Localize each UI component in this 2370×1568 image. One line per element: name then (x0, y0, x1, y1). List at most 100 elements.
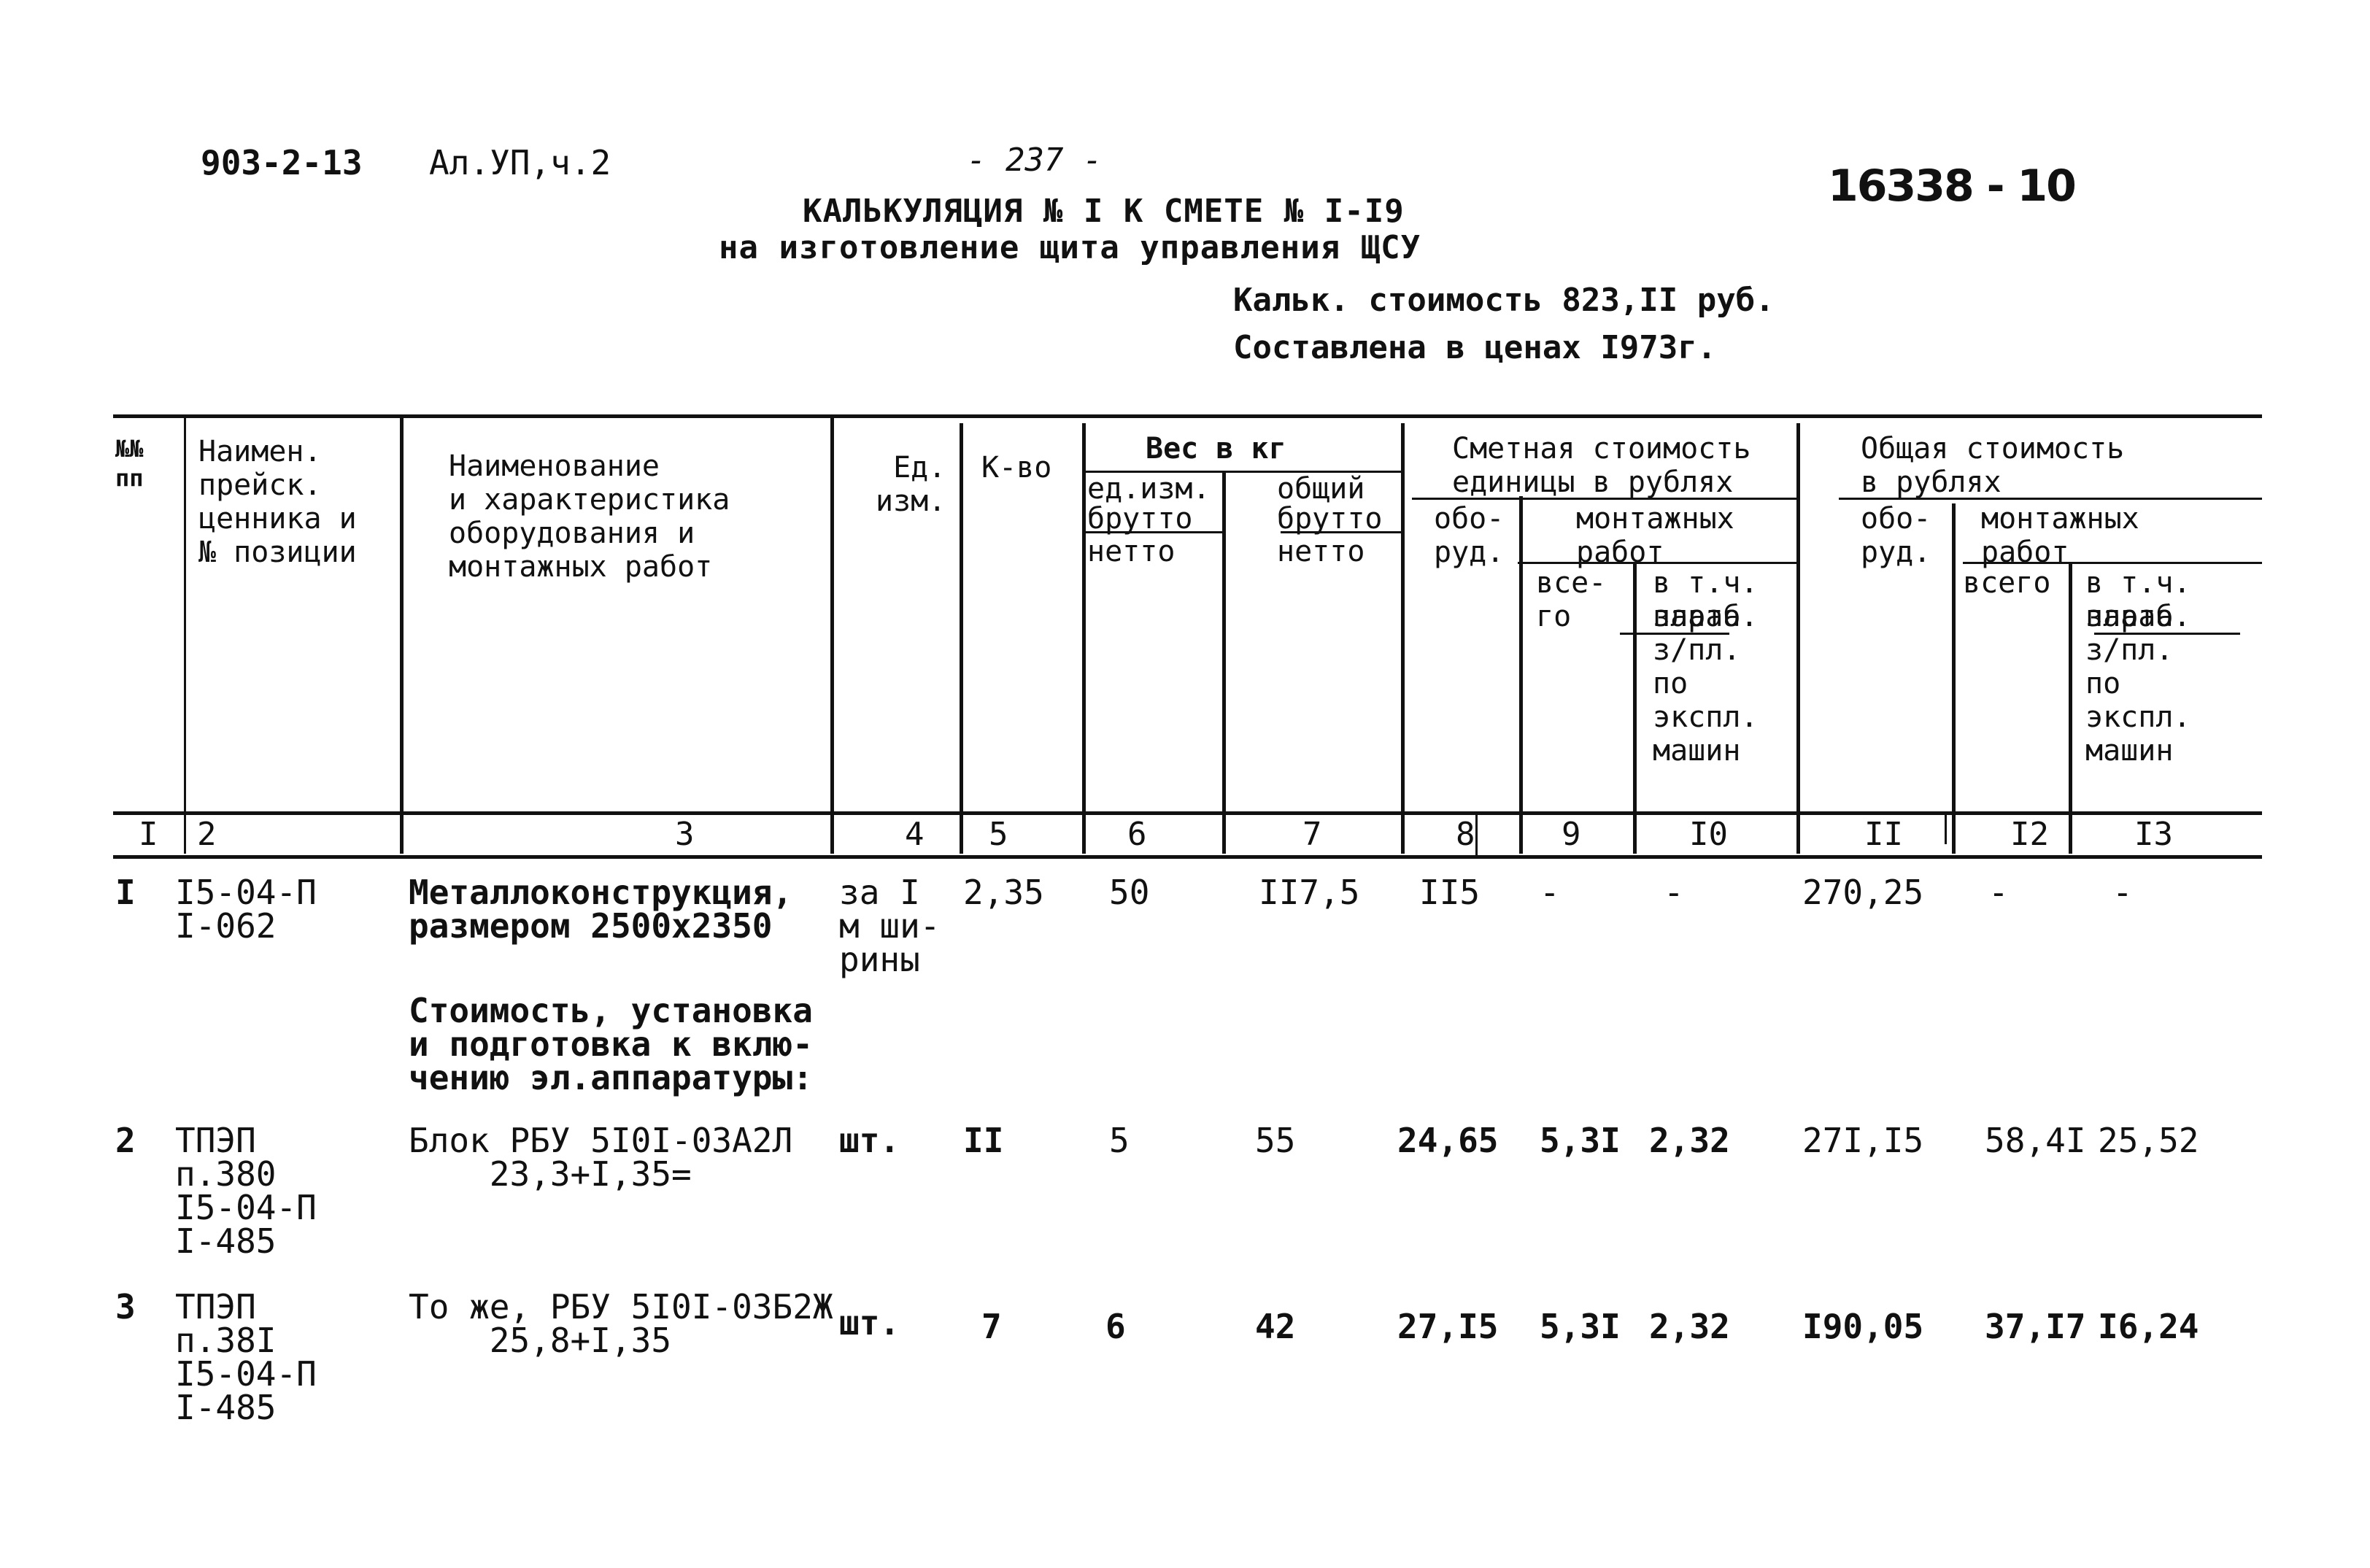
column-number: 9 (1562, 816, 1581, 853)
row-weight-unit: 50 (1109, 873, 1150, 912)
row-weight-total: 42 (1255, 1307, 1296, 1346)
column-number: 6 (1127, 816, 1147, 853)
row-total-equipment: 270,25 (1802, 873, 1924, 912)
col-divider-9 (1633, 562, 1637, 854)
row-total-equipment: I90,05 (1802, 1307, 1924, 1346)
row-unit: за I м ши- рины (839, 873, 941, 979)
table-top-border (113, 414, 2262, 418)
column-number: I (139, 816, 158, 853)
header-total-install-total: всего (1963, 566, 2051, 600)
row-unit-equipment: 27,I5 (1397, 1307, 1499, 1346)
document-title: КАЛЬКУЛЯЦИЯ № I К СМЕТЕ № I-I9 (803, 193, 1405, 230)
header-pricelist: Наимен. прейск. ценника и № позиции (198, 435, 357, 569)
row-unit-equipment: 24,65 (1397, 1121, 1499, 1160)
header-bottom-border (113, 811, 2262, 815)
row-total-install: 37,I7 (1985, 1307, 2086, 1346)
header-total-cost-group: Общая стоимость в рублях (1861, 432, 2125, 499)
header-total-wage-plata: плата (2085, 600, 2174, 633)
row-quantity: 7 (981, 1307, 1002, 1346)
header-unit-install-group: монтажных работ (1576, 502, 1734, 569)
row-weight-unit: 6 (1105, 1307, 1126, 1346)
column-number: 8 (1456, 816, 1475, 853)
col-divider-7b (1475, 811, 1478, 855)
header-unit: Ед. изм. (876, 451, 946, 518)
row-unit-install-total: 5,3I (1540, 1121, 1621, 1160)
row-unit-install-wage: - (1664, 873, 1684, 912)
header-total-equipment: обо- руд. (1861, 502, 1931, 569)
header-weight-unit-netto: нетто (1087, 535, 1176, 568)
archive-number: 16338 - 10 (1828, 161, 2077, 212)
header-unit-machine-wage: з/пл. по экспл. машин (1653, 633, 1759, 768)
row-name: Металлоконструкция, размером 2500х2350 (409, 873, 793, 946)
row-unit-install-total: 5,3I (1540, 1307, 1621, 1346)
row-total-wage: I6,24 (2098, 1307, 2199, 1346)
header-name: Наименование и характеристика оборудован… (449, 449, 730, 584)
header-row-number: №№ пп (115, 435, 144, 492)
row-total-install: 58,4I (1985, 1121, 2086, 1160)
row-quantity: 2,35 (963, 873, 1044, 912)
row-number: 2 (115, 1121, 136, 1160)
column-number: II (1864, 816, 1903, 853)
calc-cost: Кальк. стоимость 823,II руб. (1233, 282, 1775, 319)
row-weight-total: II7,5 (1259, 873, 1360, 912)
header-quantity: К-во (981, 451, 1052, 484)
header-unit-install-total: все- го (1536, 566, 1607, 633)
row-total-equipment: 27I,I5 (1802, 1121, 1924, 1160)
col-divider-7 (1401, 423, 1405, 854)
row-pricelist: ТПЭП п.380 I5-04-П I-485 (175, 1121, 317, 1261)
row-quantity: II (963, 1121, 1004, 1160)
column-number: I3 (2134, 816, 2173, 853)
header-unit-cost-group: Сметная стоимость единицы в рублях (1452, 432, 1751, 499)
section-note: Стоимость, установка и подготовка к вклю… (409, 991, 813, 1097)
col-divider-6 (1222, 471, 1226, 854)
header-weight-total-netto: нетто (1277, 535, 1365, 568)
document-subtitle: на изготовление щита управления ЩСУ (719, 229, 1421, 266)
header-weight-unit-brutto: брутто (1087, 502, 1193, 536)
col-divider-4 (960, 423, 963, 854)
column-number: 5 (989, 816, 1008, 853)
header-weight-group: Вес в кг (1146, 432, 1286, 466)
header-total-machine-wage: з/пл. по экспл. машин (2085, 633, 2191, 768)
col-divider-11 (1952, 503, 1956, 854)
row-number: 3 (115, 1287, 136, 1326)
row-pricelist: I5-04-П I-062 (175, 873, 317, 946)
row-unit: шт. (839, 1121, 900, 1160)
header-weight-unit-top: ед.изм. (1087, 472, 1211, 506)
row-unit-install-total: - (1540, 873, 1560, 912)
column-number: 4 (905, 816, 925, 853)
col-divider-10 (1796, 423, 1800, 854)
col-divider-2 (400, 416, 404, 854)
row-pricelist: ТПЭП п.38I I5-04-П I-485 (175, 1287, 317, 1427)
column-number: 7 (1302, 816, 1322, 853)
col-divider-8 (1519, 496, 1523, 854)
row-name: Блок РБУ 5I0I-03А2Л 23,3+I,35= (409, 1121, 793, 1194)
header-weight-total-brutto: брутто (1277, 502, 1383, 536)
column-number: I2 (2010, 816, 2049, 853)
col-divider-10b (1945, 811, 1947, 844)
col-divider-1 (184, 416, 186, 854)
row-weight-unit: 5 (1109, 1121, 1130, 1160)
header-unit-equipment: обо- руд. (1434, 502, 1505, 569)
row-total-install: - (1988, 873, 2009, 912)
row-total-wage: 25,52 (2098, 1121, 2199, 1160)
row-total-wage: - (2112, 873, 2133, 912)
row-weight-total: 55 (1255, 1121, 1296, 1160)
header-weight-total-top: общий (1277, 472, 1365, 506)
col-divider-12 (2069, 562, 2072, 854)
row-unit: шт. (839, 1303, 900, 1343)
album-reference: Ал.УП,ч.2 (429, 143, 611, 182)
row-unit-equipment: II5 (1419, 873, 1481, 912)
row-unit-install-wage: 2,32 (1649, 1307, 1730, 1346)
row-unit-install-wage: 2,32 (1649, 1121, 1730, 1160)
col-divider-5 (1082, 423, 1086, 854)
column-number: 3 (675, 816, 695, 853)
col-divider-3 (830, 416, 834, 854)
price-basis: Составлена в ценах I973г. (1233, 329, 1717, 366)
header-total-install-group: монтажных работ (1981, 502, 2139, 569)
row-name: То же, РБУ 5I0I-03Б2Ж 25,8+I,35 (409, 1287, 833, 1360)
page-number: - 237 - (967, 142, 1103, 179)
project-code: 903-2-13 (201, 143, 363, 182)
column-number: 2 (197, 816, 217, 853)
column-numbers-bottom-border (113, 855, 2262, 859)
column-number: I0 (1689, 816, 1728, 853)
